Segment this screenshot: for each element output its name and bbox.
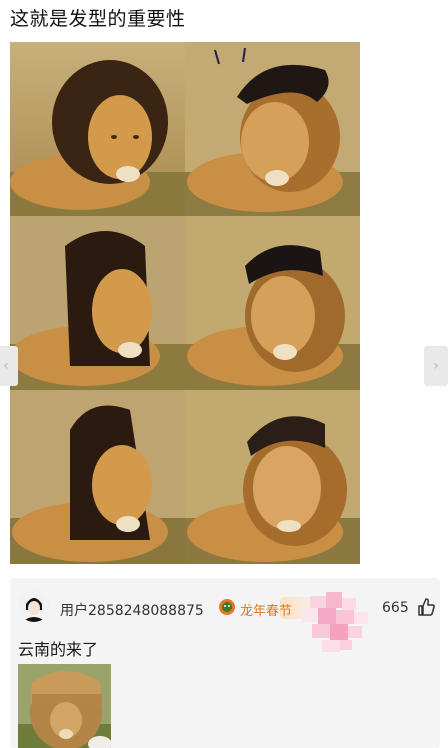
badge-label[interactable]: 龙年春节 [240,600,292,619]
grid-image-3[interactable] [10,216,185,390]
comment-card: 用户2858248088875 龙年春节 665 云南的来了 [10,578,440,748]
dragon-badge-icon [218,598,236,616]
grid-image-4[interactable] [185,216,360,390]
image-grid[interactable] [10,42,360,564]
like-count: 665 [382,600,409,616]
next-arrow-button[interactable]: › [424,346,448,386]
grid-image-1[interactable] [10,42,185,216]
comment-image[interactable] [18,664,111,748]
chevron-left-icon: ‹ [3,358,9,374]
comment-text: 云南的来了 [18,640,99,659]
grid-image-6[interactable] [185,390,360,564]
grid-image-5[interactable] [10,390,185,564]
chevron-right-icon: › [433,358,439,374]
prev-arrow-button[interactable]: ‹ [0,346,18,386]
mosaic-redaction [290,588,386,660]
grid-image-2[interactable] [185,42,360,216]
thumbs-up-icon[interactable] [416,597,436,617]
comment-username[interactable]: 用户2858248088875 [60,600,204,620]
post-title: 这就是发型的重要性 [10,8,186,30]
avatar[interactable] [18,590,50,622]
